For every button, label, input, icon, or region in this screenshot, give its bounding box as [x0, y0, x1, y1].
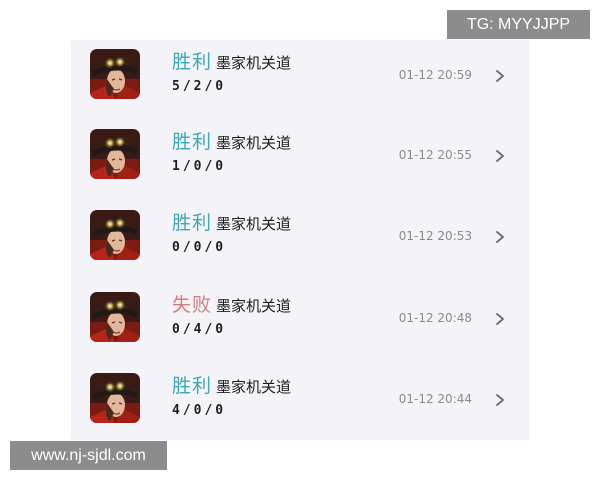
page: 胜利 墨家机关道 5/2/0 01-12 20:59 胜利 墨家机关道 1/0/…: [0, 0, 600, 480]
chevron-right-icon[interactable]: [494, 229, 506, 243]
chevron-right-icon[interactable]: [494, 68, 506, 82]
match-result: 胜利: [172, 375, 213, 397]
telegram-watermark: TG: MYYJJPP: [447, 10, 590, 39]
hero-portrait-icon: [90, 210, 140, 260]
match-row[interactable]: 胜利 墨家机关道 5/2/0 01-12 20:59: [71, 40, 529, 120]
chevron-right-icon[interactable]: [494, 392, 506, 406]
match-time: 01-12 20:55: [398, 148, 472, 162]
kda-score: 4/0/0: [172, 403, 227, 418]
game-mode: 墨家机关道: [216, 54, 292, 72]
match-result: 胜利: [172, 212, 213, 234]
match-row[interactable]: 胜利 墨家机关道 1/0/0 01-12 20:55: [71, 120, 529, 200]
match-history-list: 胜利 墨家机关道 5/2/0 01-12 20:59 胜利 墨家机关道 1/0/…: [71, 40, 529, 440]
hero-portrait-icon: [90, 292, 140, 342]
match-row[interactable]: 胜利 墨家机关道 4/0/0 01-12 20:44: [71, 364, 529, 444]
hero-portrait-icon: [90, 49, 140, 99]
game-mode: 墨家机关道: [216, 378, 292, 396]
kda-score: 5/2/0: [172, 79, 227, 94]
game-mode: 墨家机关道: [216, 215, 292, 233]
match-time: 01-12 20:44: [398, 392, 472, 406]
kda-score: 0/4/0: [172, 322, 227, 337]
match-time: 01-12 20:48: [398, 311, 472, 325]
match-row[interactable]: 胜利 墨家机关道 0/0/0 01-12 20:53: [71, 201, 529, 281]
hero-portrait-icon: [90, 373, 140, 423]
kda-score: 1/0/0: [172, 159, 227, 174]
game-mode: 墨家机关道: [216, 297, 292, 315]
match-result: 失败: [172, 294, 213, 316]
chevron-right-icon[interactable]: [494, 311, 506, 325]
match-time: 01-12 20:59: [398, 68, 472, 82]
match-time: 01-12 20:53: [398, 229, 472, 243]
game-mode: 墨家机关道: [216, 134, 292, 152]
chevron-right-icon[interactable]: [494, 148, 506, 162]
kda-score: 0/0/0: [172, 240, 227, 255]
match-row[interactable]: 失败 墨家机关道 0/4/0 01-12 20:48: [71, 283, 529, 363]
match-result: 胜利: [172, 131, 213, 153]
website-watermark: www.nj-sjdl.com: [10, 441, 167, 470]
hero-portrait-icon: [90, 129, 140, 179]
match-result: 胜利: [172, 51, 213, 73]
